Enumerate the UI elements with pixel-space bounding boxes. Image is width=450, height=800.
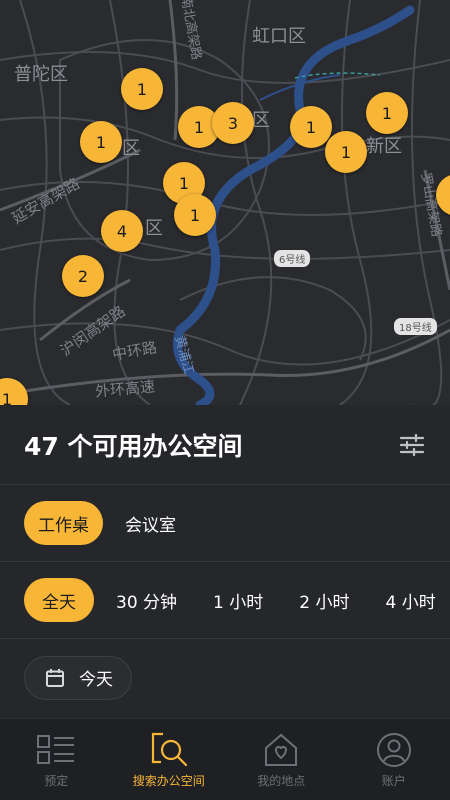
metro-line-badge: 6号线 xyxy=(274,250,311,267)
nav-item-my-places[interactable]: 我的地点 xyxy=(225,719,338,800)
map-pin-cluster[interactable]: 1 xyxy=(290,106,332,148)
search-space-icon xyxy=(149,730,189,770)
map-pin-cluster[interactable]: 1 xyxy=(80,121,122,163)
duration-row: 全天 30 分钟 1 小时 2 小时 4 小时 xyxy=(0,562,450,639)
results-header: 47 个可用办公空间 xyxy=(0,405,450,485)
map-pin-cluster[interactable]: 3 xyxy=(212,102,254,144)
filter-sliders-icon[interactable] xyxy=(398,431,426,459)
chip-all-day[interactable]: 全天 xyxy=(24,578,94,622)
map-pin-cluster[interactable]: 1 xyxy=(325,131,367,173)
chip-desk[interactable]: 工作桌 xyxy=(24,501,103,545)
map-pin-cluster[interactable]: 1 xyxy=(174,194,216,236)
map-pin-cluster[interactable]: 1 xyxy=(121,68,163,110)
nav-label: 账户 xyxy=(381,774,406,788)
space-type-row: 工作桌 会议室 xyxy=(0,485,450,562)
map-view[interactable]: 普陀区 虹口区 区 区 新区 区 延安高架路 沪闵高架路 中环路 外环高速 南北… xyxy=(0,0,450,405)
nav-item-search[interactable]: 搜索办公空间 xyxy=(113,719,226,800)
district-label: 区 xyxy=(252,110,270,131)
results-count-title: 47 个可用办公空间 xyxy=(24,431,243,461)
district-label: 区 xyxy=(145,218,163,239)
date-label: 今天 xyxy=(79,670,113,690)
nav-label: 我的地点 xyxy=(257,774,306,788)
district-label: 普陀区 xyxy=(14,64,68,85)
nav-label: 搜索办公空间 xyxy=(132,774,205,788)
bookings-list-icon xyxy=(37,730,75,770)
map-pin-cluster[interactable]: 2 xyxy=(62,255,104,297)
district-label: 新区 xyxy=(366,136,402,157)
nav-item-bookings[interactable]: 预定 xyxy=(0,719,113,800)
chip-2-hours[interactable]: 2 小时 xyxy=(285,578,363,622)
chip-meeting-room[interactable]: 会议室 xyxy=(111,501,190,545)
nav-item-account[interactable]: 账户 xyxy=(338,719,450,800)
nav-label: 预定 xyxy=(44,774,69,788)
calendar-icon xyxy=(45,668,65,688)
district-label: 区 xyxy=(122,138,140,159)
map-pin-cluster[interactable]: 1 xyxy=(366,92,408,134)
chip-30-min[interactable]: 30 分钟 xyxy=(102,578,191,622)
bottom-nav: 预定 搜索办公空间 我的地点 账户 xyxy=(0,718,450,800)
user-avatar-icon xyxy=(376,730,412,770)
chip-1-hour[interactable]: 1 小时 xyxy=(199,578,277,622)
district-label: 虹口区 xyxy=(252,26,306,47)
date-picker-button[interactable]: 今天 xyxy=(24,655,132,700)
chip-4-hours[interactable]: 4 小时 xyxy=(372,578,450,622)
home-heart-icon xyxy=(263,730,299,770)
metro-line-badge: 18号线 xyxy=(394,318,437,335)
results-sheet: 47 个可用办公空间 工作桌 会议室 全天 30 分钟 1 小时 2 小时 4 … xyxy=(0,405,450,718)
date-row: 今天 xyxy=(0,639,450,716)
map-pin-cluster[interactable]: 4 xyxy=(101,210,143,252)
